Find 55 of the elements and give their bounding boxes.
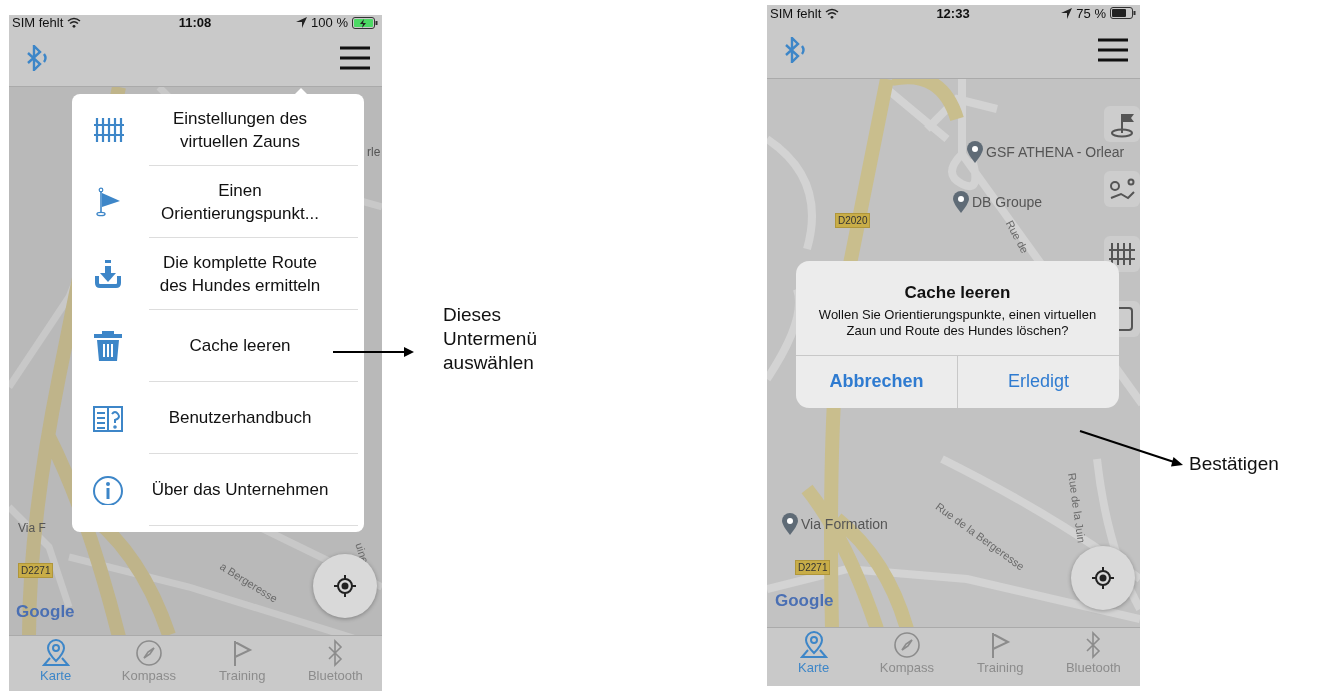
clock-time: 12:33 <box>936 5 970 21</box>
place-label: DB Groupe <box>972 193 1043 210</box>
carrier-label: SIM fehlt <box>770 5 822 21</box>
dialog-button[interactable]: Abbrechen <box>796 355 957 408</box>
menu-item[interactable]: Cache leeren <box>72 309 364 382</box>
menu-item[interactable]: Über das Unternehmen <box>72 453 364 526</box>
menu-item[interactable]: Benutzerhandbuch <box>72 381 364 454</box>
wifi-icon <box>67 17 82 29</box>
tab[interactable]: Karte <box>767 627 861 686</box>
dialog-title: Cache leeren <box>903 281 1012 303</box>
tab[interactable]: Karte <box>9 635 103 691</box>
place-label: Via Formation <box>801 515 888 532</box>
map-logo: Google <box>775 590 834 611</box>
place-label: rle <box>367 144 381 159</box>
map-pin-icon <box>41 638 70 667</box>
tab[interactable]: Training <box>953 627 1047 686</box>
dialog-message: Wollen Sie Orientierungspunkte, einen virtuellen Zaun und Route des Hundes löschen? <box>817 305 1098 340</box>
map-pin-icon <box>953 190 969 213</box>
download-tray-icon <box>92 258 124 289</box>
compass-icon <box>892 630 921 659</box>
annotation-text: Bestätigen <box>1189 452 1280 476</box>
menu-icon[interactable] <box>1098 37 1128 62</box>
menu-item[interactable]: Die komplette Route des Hundes ermitteln <box>72 237 364 310</box>
menu-item[interactable]: Einen Orientierungspunkt... <box>72 165 364 238</box>
tab[interactable]: Kompass <box>102 635 196 691</box>
carrier-label: SIM fehlt <box>12 15 64 31</box>
tab[interactable]: Training <box>195 635 289 691</box>
clock-time: 11:08 <box>178 15 212 31</box>
street-label: Rue de la Juin <box>1066 471 1088 544</box>
wifi-icon <box>825 7 840 19</box>
location-arrow-icon <box>296 17 308 29</box>
target-icon <box>1091 565 1115 590</box>
menu-item[interactable]: Einstellungen des virtuellen Zauns <box>72 93 364 166</box>
tab[interactable]: Kompass <box>860 627 954 686</box>
info-icon <box>92 474 124 505</box>
street-label: Rue de <box>1003 217 1031 255</box>
flag-on-target-icon[interactable] <box>1104 105 1140 142</box>
place-label: GSF ATHENA - Orlear <box>986 143 1125 160</box>
dialog-button[interactable]: Erledigt <box>957 355 1119 408</box>
map-pin-icon <box>799 630 828 659</box>
location-arrow-icon <box>1061 7 1073 19</box>
battery-percent: 75 % <box>1076 5 1106 21</box>
target-icon <box>333 573 357 598</box>
compass-icon <box>134 638 163 667</box>
battery-percent: 100 % <box>311 15 348 31</box>
place-label: Via F <box>18 520 46 535</box>
map-pin-icon <box>782 512 798 535</box>
tab[interactable]: Bluetooth <box>288 635 382 691</box>
tab[interactable]: Bluetooth <box>1046 627 1140 686</box>
map-pin-icon <box>967 140 983 163</box>
trash-icon <box>92 330 124 361</box>
menu-icon[interactable] <box>340 46 370 71</box>
annotation-text: Dieses Untermenü auswählen <box>443 303 538 375</box>
route-pins-icon[interactable] <box>1104 170 1140 207</box>
map-logo: Google <box>16 601 75 622</box>
